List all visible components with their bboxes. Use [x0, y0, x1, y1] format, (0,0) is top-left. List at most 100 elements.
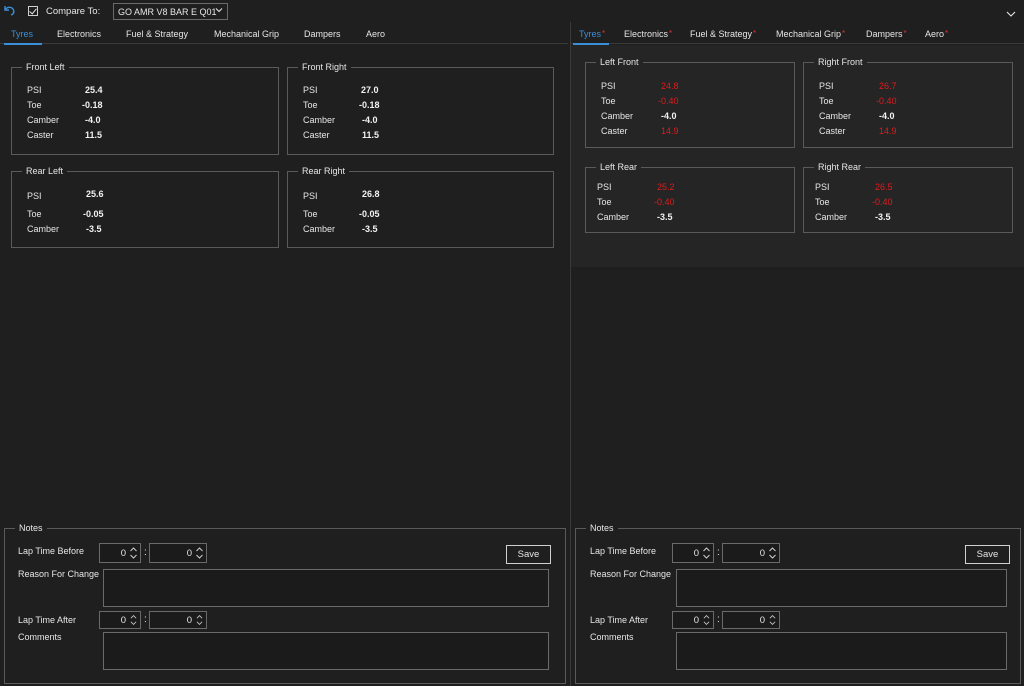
- toe-label: Toe: [27, 100, 42, 110]
- front-left-group: Front Left PSI 25.4 Toe -0.18 Camber -4.0 C…: [11, 62, 279, 155]
- right-rear-group: Right Rear PSI 26.5 Toe -0.40 Camber -3.5: [803, 162, 1013, 233]
- camber-label: Camber: [815, 212, 848, 222]
- spin-arrows-icon[interactable]: [194, 613, 205, 627]
- top-toolbar: Compare To: GO AMR V8 BAR E Q01: [0, 0, 1024, 22]
- spin-arrows-icon[interactable]: [767, 613, 778, 627]
- tab-dampers[interactable]: Dampers: [304, 29, 341, 39]
- chevron-down-icon[interactable]: [1006, 10, 1016, 18]
- camber-label: Camber: [303, 115, 336, 125]
- camber-label: Camber: [27, 224, 60, 234]
- toe-value: -0.40: [654, 197, 675, 207]
- toe-label: Toe: [303, 100, 318, 110]
- camber-value: -3.5: [657, 212, 673, 222]
- caster-value: 14.9: [661, 126, 679, 136]
- lap-after-seconds-stepper[interactable]: 0: [722, 611, 780, 629]
- caster-label: Caster: [819, 126, 846, 136]
- lap-before-minutes-stepper[interactable]: 0: [99, 543, 141, 563]
- camber-label: Camber: [601, 111, 634, 121]
- caster-label: Caster: [601, 126, 628, 136]
- camber-value: -4.0: [879, 111, 895, 121]
- toe-value: -0.40: [872, 197, 893, 207]
- group-title: Rear Right: [298, 166, 350, 176]
- spin-arrows-icon[interactable]: [701, 545, 712, 561]
- tab-electronics[interactable]: Electronics*: [624, 29, 672, 39]
- camber-value: -4.0: [85, 115, 101, 125]
- lap-after-minutes-stepper[interactable]: 0: [672, 611, 714, 629]
- caster-value: 11.5: [362, 130, 380, 140]
- toe-label: Toe: [819, 96, 834, 106]
- spin-arrows-icon[interactable]: [128, 613, 139, 627]
- spin-arrows-icon[interactable]: [128, 545, 139, 561]
- stepper-value: 0: [120, 548, 126, 559]
- tab-aero[interactable]: Aero*: [925, 29, 948, 39]
- compare-select[interactable]: GO AMR V8 BAR E Q01: [113, 3, 228, 20]
- camber-value: -4.0: [362, 115, 378, 125]
- camber-label: Camber: [27, 115, 60, 125]
- lap-before-minutes-stepper[interactable]: 0: [672, 543, 714, 563]
- psi-value: 26.7: [879, 81, 897, 91]
- camber-value: -3.5: [362, 224, 378, 234]
- chevron-down-icon: [215, 8, 223, 13]
- psi-value: 25.6: [86, 189, 104, 199]
- tab-aero[interactable]: Aero: [366, 29, 385, 39]
- reason-for-change-field[interactable]: [103, 569, 549, 607]
- stepper-value: 0: [186, 615, 192, 626]
- spin-arrows-icon[interactable]: [194, 545, 205, 561]
- tab-mechanical-grip[interactable]: Mechanical Grip*: [776, 29, 845, 39]
- comments-field[interactable]: [676, 632, 1007, 670]
- camber-value: -4.0: [661, 111, 677, 121]
- camber-value: -3.5: [875, 212, 891, 222]
- stepper-value: 0: [693, 615, 699, 626]
- stepper-value: 0: [186, 548, 192, 559]
- left-setup-pane: Tyres Electronics Fuel & Strategy Mechan…: [0, 22, 568, 686]
- tab-dampers[interactable]: Dampers*: [866, 29, 907, 39]
- spin-arrows-icon[interactable]: [767, 545, 778, 561]
- stepper-value: 0: [120, 615, 126, 626]
- right-compare-pane: Tyres* Electronics* Fuel & Strategy* Mec…: [570, 22, 1024, 686]
- toe-value: -0.40: [876, 96, 897, 106]
- left-front-group: Left Front PSI 24.8 Toe -0.40 Camber -4.0 C…: [585, 57, 795, 148]
- right-tab-bar: Tyres* Electronics* Fuel & Strategy* Mec…: [571, 22, 1024, 45]
- psi-value: 25.2: [657, 182, 675, 192]
- lap-after-minutes-stepper[interactable]: 0: [99, 611, 141, 629]
- tab-mechanical-grip[interactable]: Mechanical Grip: [214, 29, 279, 39]
- tyres-compare-content: Left Front PSI 24.8 Toe -0.40 Camber -4.0 C…: [571, 45, 1024, 267]
- lap-after-seconds-stepper[interactable]: 0: [149, 611, 207, 629]
- rear-left-group: Rear Left PSI 25.6 Toe -0.05 Camber -3.5: [11, 166, 279, 248]
- active-tab-indicator: [4, 43, 42, 45]
- undo-icon[interactable]: [2, 3, 16, 17]
- toe-label: Toe: [815, 197, 830, 207]
- time-separator: :: [717, 547, 720, 558]
- modified-marker: *: [903, 29, 907, 38]
- left-rear-group: Left Rear PSI 25.2 Toe -0.40 Camber -3.5: [585, 162, 795, 233]
- spin-arrows-icon[interactable]: [701, 613, 712, 627]
- modified-marker: *: [753, 29, 757, 38]
- psi-label: PSI: [303, 85, 318, 95]
- reason-for-change-field[interactable]: [676, 569, 1007, 607]
- notes-group: Notes Lap Time Before 0 : 0 Save Reason …: [4, 523, 566, 684]
- tab-fuel-strategy[interactable]: Fuel & Strategy*: [690, 29, 756, 39]
- modified-marker: *: [842, 29, 846, 38]
- reason-for-change-label: Reason For Change: [590, 569, 672, 579]
- comments-label: Comments: [18, 632, 62, 642]
- lap-time-after-label: Lap Time After: [590, 615, 649, 625]
- time-separator: :: [717, 614, 720, 625]
- tab-tyres[interactable]: Tyres: [11, 29, 33, 39]
- modified-marker: *: [669, 29, 673, 38]
- toe-label: Toe: [601, 96, 616, 106]
- psi-label: PSI: [27, 85, 42, 95]
- save-button[interactable]: Save: [506, 545, 551, 564]
- save-button[interactable]: Save: [965, 545, 1010, 564]
- stepper-value: 0: [759, 615, 765, 626]
- compare-checkbox[interactable]: [28, 6, 38, 16]
- tab-electronics[interactable]: Electronics: [57, 29, 101, 39]
- comments-field[interactable]: [103, 632, 549, 670]
- lap-before-seconds-stepper[interactable]: 0: [722, 543, 780, 563]
- psi-value: 25.4: [85, 85, 103, 95]
- tab-tyres[interactable]: Tyres*: [579, 29, 605, 39]
- group-title: Rear Left: [22, 166, 68, 176]
- psi-label: PSI: [601, 81, 616, 91]
- group-title: Right Front: [814, 57, 867, 67]
- tab-fuel-strategy[interactable]: Fuel & Strategy: [126, 29, 188, 39]
- lap-before-seconds-stepper[interactable]: 0: [149, 543, 207, 563]
